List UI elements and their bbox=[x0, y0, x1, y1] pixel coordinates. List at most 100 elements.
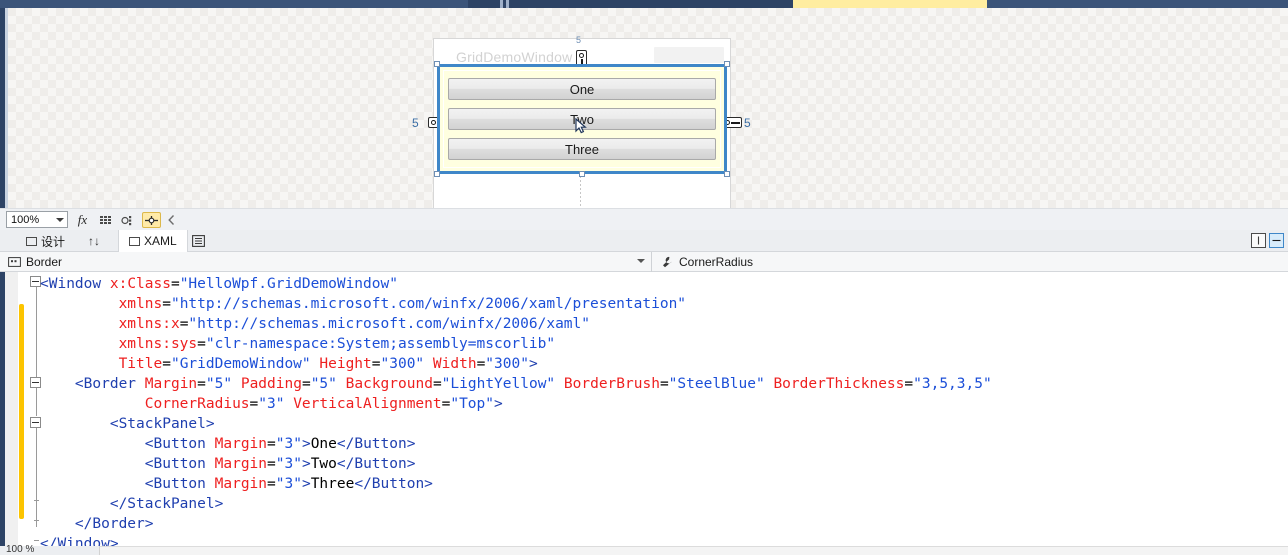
tab-xaml-label: XAML bbox=[144, 234, 177, 248]
property-selector[interactable]: CornerRadius bbox=[652, 252, 1288, 272]
code-token: "5" bbox=[205, 376, 233, 392]
split-vertical-icon[interactable] bbox=[1251, 233, 1266, 248]
wrench-icon bbox=[663, 256, 672, 267]
code-line[interactable]: CornerRadius="3" VerticalAlignment="Top"… bbox=[40, 394, 992, 414]
status-zoom-value: 100 % bbox=[6, 544, 35, 555]
tab-xaml[interactable]: XAML bbox=[118, 230, 188, 252]
tab-design[interactable]: 设计 bbox=[16, 230, 75, 252]
code-token: "http://schemas.microsoft.com/winfx/2006… bbox=[188, 316, 590, 332]
code-token: "clr-namespace:System;assembly=mscorlib" bbox=[205, 336, 556, 352]
resize-handle-bottom-left[interactable] bbox=[434, 171, 440, 177]
collapse-left-icon[interactable] bbox=[166, 212, 176, 228]
fold-tick-b bbox=[34, 520, 39, 521]
code-line[interactable]: Title="GridDemoWindow" Height="300" Widt… bbox=[40, 354, 992, 374]
code-token: CornerRadius bbox=[144, 396, 250, 412]
element-icon bbox=[8, 256, 21, 267]
code-token: "5" bbox=[310, 376, 337, 392]
code-token: = bbox=[249, 396, 259, 412]
code-token: BorderThickness bbox=[773, 376, 905, 392]
snap-grid-icon[interactable] bbox=[119, 212, 136, 228]
code-line[interactable]: <StackPanel> bbox=[40, 414, 992, 434]
element-selector[interactable]: Border bbox=[0, 251, 652, 272]
swap-views-icon: ↑↓ bbox=[88, 234, 100, 248]
grid-icon[interactable] bbox=[97, 212, 114, 228]
design-button-one[interactable]: One bbox=[448, 78, 716, 100]
code-token: "3" bbox=[275, 456, 302, 472]
zoom-level-select[interactable]: 100% bbox=[6, 211, 68, 228]
code-token: "3,5,3,5" bbox=[913, 376, 992, 392]
code-token: Two bbox=[310, 456, 337, 472]
design-view-icon bbox=[26, 236, 37, 246]
swap-views-button[interactable]: ↑↓ bbox=[78, 230, 110, 252]
resize-handle-bottom-middle[interactable] bbox=[579, 171, 585, 177]
code-token: Padding bbox=[240, 376, 302, 392]
split-horizontal-icon[interactable] bbox=[1269, 233, 1284, 248]
toolbar-segment-left bbox=[0, 0, 468, 8]
code-token: Border bbox=[83, 376, 137, 392]
code-line[interactable]: <Border Margin="5" Padding="5" Backgroun… bbox=[40, 374, 992, 394]
xaml-code-editor[interactable]: <Window x:Class="HelloWpf.GridDemoWindow… bbox=[0, 272, 1288, 555]
code-token: = bbox=[267, 456, 276, 472]
code-token: = bbox=[197, 336, 206, 352]
code-token: = bbox=[197, 376, 206, 392]
code-token: Three bbox=[310, 476, 355, 492]
code-token: Window bbox=[48, 276, 102, 292]
code-token: x:Class bbox=[109, 276, 171, 292]
resize-handle-bottom-right[interactable] bbox=[724, 171, 730, 177]
toolbar-glyph-b bbox=[506, 0, 509, 8]
code-token: < bbox=[74, 376, 84, 392]
document-outline-icon bbox=[192, 235, 205, 247]
status-zoom-cell: 100 % bbox=[0, 544, 100, 555]
design-button-three[interactable]: Three bbox=[448, 138, 716, 160]
toolbar-glyph-a bbox=[500, 0, 503, 8]
code-token: Width bbox=[432, 356, 477, 372]
code-token: "300" bbox=[485, 356, 529, 372]
effects-icon[interactable]: fx bbox=[74, 212, 91, 228]
code-token: "LightYellow" bbox=[441, 376, 556, 392]
code-line[interactable]: </Border> bbox=[40, 514, 992, 534]
code-token: VerticalAlignment bbox=[293, 396, 442, 412]
mouse-cursor-icon bbox=[575, 118, 587, 134]
document-outline-button[interactable] bbox=[182, 230, 215, 252]
code-token: "GridDemoWindow" bbox=[170, 356, 311, 372]
code-token: Button bbox=[153, 456, 206, 472]
editor-change-bar bbox=[19, 304, 24, 519]
code-token: > bbox=[301, 456, 311, 472]
code-token: = bbox=[267, 436, 276, 452]
code-line[interactable]: </StackPanel> bbox=[40, 494, 992, 514]
active-tab-highlight[interactable] bbox=[793, 0, 987, 8]
code-token: < bbox=[144, 436, 154, 452]
code-token: "3" bbox=[258, 396, 285, 412]
code-token: Margin bbox=[214, 436, 268, 452]
code-line[interactable]: xmlns:x="http://schemas.microsoft.com/wi… bbox=[40, 314, 992, 334]
element-property-bar: Border CornerRadius bbox=[0, 251, 1288, 272]
resize-handle-top-right[interactable] bbox=[724, 61, 730, 67]
split-view-buttons bbox=[1251, 233, 1284, 248]
code-line[interactable]: <Button Margin="3">Three</Button> bbox=[40, 474, 992, 494]
code-line[interactable]: <Button Margin="3">One</Button> bbox=[40, 434, 992, 454]
xaml-source-text[interactable]: <Window x:Class="HelloWpf.GridDemoWindow… bbox=[40, 274, 992, 554]
code-line[interactable]: <Button Margin="3">Two</Button> bbox=[40, 454, 992, 474]
resize-handle-top-left[interactable] bbox=[434, 61, 440, 67]
code-token: BorderBrush bbox=[563, 376, 660, 392]
property-selector-value: CornerRadius bbox=[679, 254, 754, 269]
toolbar-segment-right bbox=[987, 0, 1288, 8]
design-surface[interactable]: GridDemoWindow 5 5 5 One Two Three bbox=[0, 8, 1288, 208]
alignment-icon[interactable] bbox=[142, 212, 161, 228]
code-line[interactable]: xmlns:sys="clr-namespace:System;assembly… bbox=[40, 334, 992, 354]
code-line[interactable]: <Window x:Class="HelloWpf.GridDemoWindow… bbox=[40, 274, 992, 294]
editor-selection-margin[interactable] bbox=[5, 272, 18, 555]
code-token: = bbox=[371, 356, 381, 372]
code-line[interactable]: xmlns="http://schemas.microsoft.com/winf… bbox=[40, 294, 992, 314]
code-token: xmlns:x bbox=[118, 316, 180, 332]
